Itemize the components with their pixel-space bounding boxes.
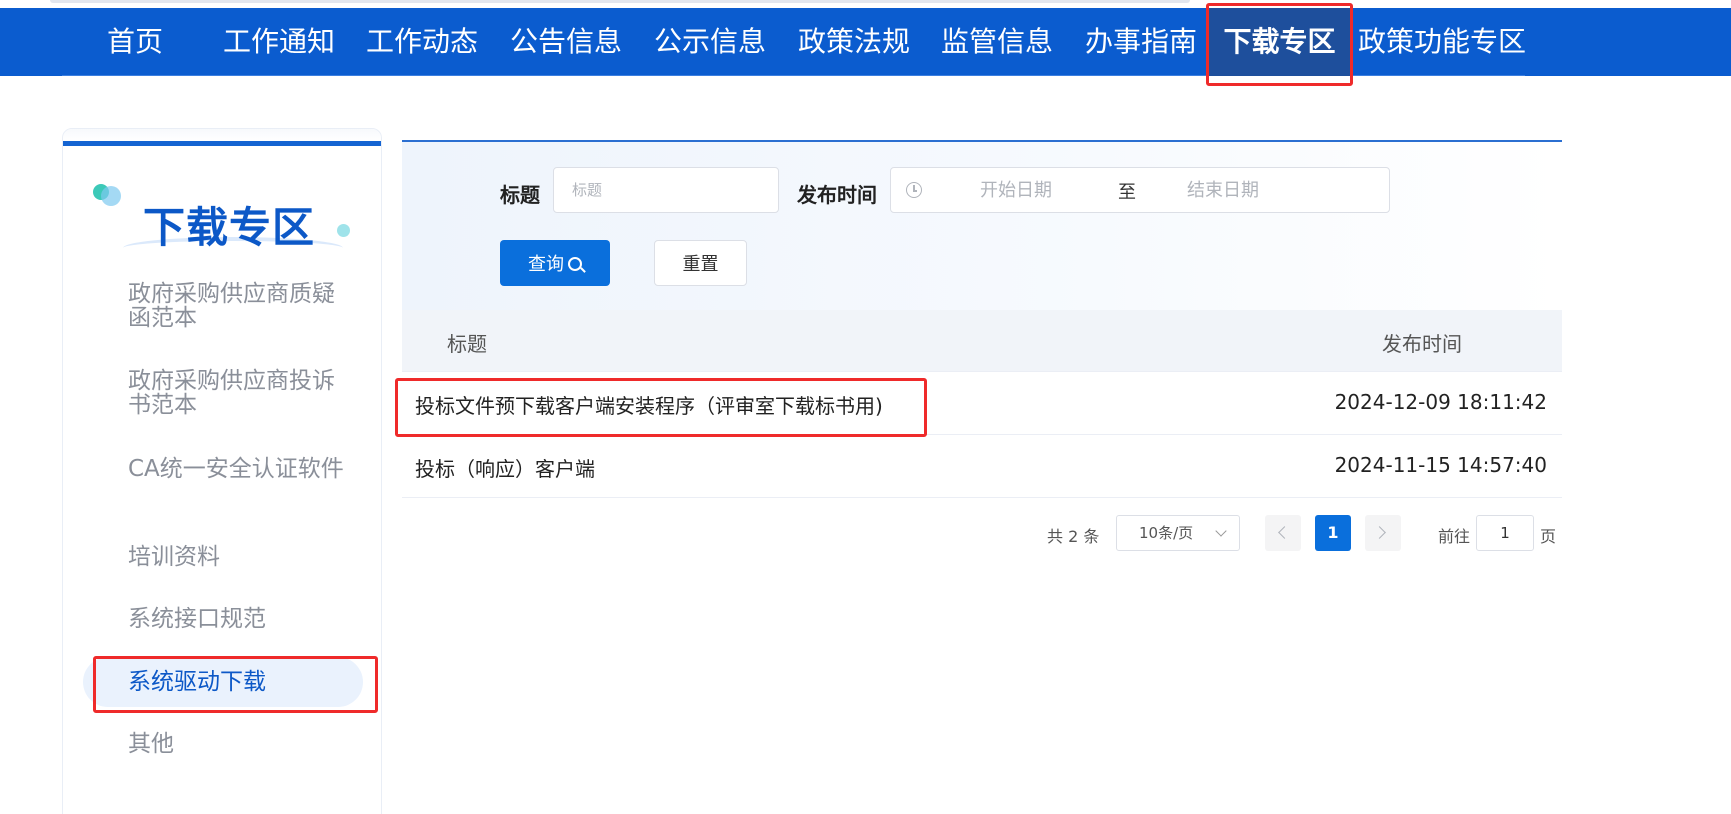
nav-item-policy-functions[interactable]: 政策功能专区 xyxy=(1358,8,1526,76)
chevron-left-icon xyxy=(1278,526,1291,539)
nav-item-home[interactable]: 首页 xyxy=(100,8,170,76)
column-header-title: 标题 xyxy=(447,332,487,356)
chevron-right-icon xyxy=(1373,526,1386,539)
page-size-select[interactable]: 10条/页 xyxy=(1116,515,1240,551)
date-filter-label: 发布时间 xyxy=(797,183,877,207)
end-date-input[interactable] xyxy=(1153,176,1293,204)
nav-item-supervision[interactable]: 监管信息 xyxy=(938,8,1056,76)
sidebar-item-other[interactable]: 其他 xyxy=(128,732,348,756)
date-range-picker[interactable]: 至 xyxy=(890,167,1390,213)
nav-item-announcements[interactable]: 公告信息 xyxy=(507,8,625,76)
table-row[interactable]: 投标文件预下载客户端安装程序（评审室下载标书用) 2024-12-09 18:1… xyxy=(402,372,1562,435)
sidebar-item-complaint-template[interactable]: 政府采购供应商投诉书范本 xyxy=(128,369,348,417)
page-size-value: 10条/页 xyxy=(1139,524,1194,542)
nav-item-publicity[interactable]: 公示信息 xyxy=(651,8,769,76)
date-range-separator: 至 xyxy=(1118,182,1136,203)
address-bar-edge xyxy=(50,0,1190,3)
decorative-dot-small-icon xyxy=(337,224,350,237)
row-title-link[interactable]: 投标文件预下载客户端安装程序（评审室下载标书用) xyxy=(415,390,883,419)
goto-label: 前往 xyxy=(1438,527,1471,546)
column-header-date: 发布时间 xyxy=(1382,332,1462,356)
start-date-input[interactable] xyxy=(946,176,1086,204)
table-row[interactable]: 投标（响应）客户端 2024-11-15 14:57:40 xyxy=(402,435,1562,498)
search-button[interactable]: 查询 xyxy=(500,240,610,286)
sidebar-title: 下载专区 xyxy=(143,203,316,252)
sidebar-item-ca-software[interactable]: CA统一安全认证软件 xyxy=(128,457,348,481)
decorative-bubble-icon xyxy=(101,186,121,206)
nav-item-guide[interactable]: 办事指南 xyxy=(1082,8,1200,76)
nav-item-policies[interactable]: 政策法规 xyxy=(795,8,913,76)
sidebar: 下载专区 政府采购供应商质疑函范本 政府采购供应商投诉书范本 CA统一安全认证软… xyxy=(62,128,382,814)
nav-item-work-news[interactable]: 工作动态 xyxy=(363,8,481,76)
page-number-button[interactable]: 1 xyxy=(1315,515,1351,551)
clock-icon xyxy=(906,182,922,198)
row-date: 2024-12-09 18:11:42 xyxy=(1334,390,1547,414)
sidebar-item-query-template[interactable]: 政府采购供应商质疑函范本 xyxy=(128,282,348,330)
table-header: 标题 发布时间 xyxy=(402,310,1562,372)
sidebar-top-fade xyxy=(63,129,381,141)
sidebar-item-interface-spec[interactable]: 系统接口规范 xyxy=(128,607,348,631)
search-icon xyxy=(568,257,582,271)
next-page-button[interactable] xyxy=(1365,515,1401,551)
sidebar-item-driver-download[interactable]: 系统驱动下载 xyxy=(83,657,363,707)
chevron-down-icon xyxy=(1215,525,1227,537)
row-title-link[interactable]: 投标（响应）客户端 xyxy=(415,453,595,482)
title-search-input[interactable] xyxy=(553,167,779,213)
sidebar-item-training[interactable]: 培训资料 xyxy=(128,545,348,569)
reset-button[interactable]: 重置 xyxy=(654,240,747,286)
pagination-total: 共 2 条 xyxy=(1047,527,1100,546)
pagination: 共 2 条 10条/页 1 前往 页 xyxy=(402,513,1562,553)
page-suffix-label: 页 xyxy=(1540,527,1557,546)
title-filter-label: 标题 xyxy=(500,183,540,207)
row-date: 2024-11-15 14:57:40 xyxy=(1334,453,1547,477)
filter-panel: 标题 发布时间 至 查询 重置 xyxy=(402,142,1562,310)
browser-top-strip xyxy=(0,0,1731,8)
goto-page-input[interactable] xyxy=(1476,515,1534,551)
nav-item-downloads[interactable]: 下载专区 xyxy=(1208,8,1351,76)
prev-page-button[interactable] xyxy=(1265,515,1301,551)
nav-item-work-notice[interactable]: 工作通知 xyxy=(220,8,338,76)
sidebar-accent-bar xyxy=(63,141,381,146)
search-button-label: 查询 xyxy=(528,254,564,275)
